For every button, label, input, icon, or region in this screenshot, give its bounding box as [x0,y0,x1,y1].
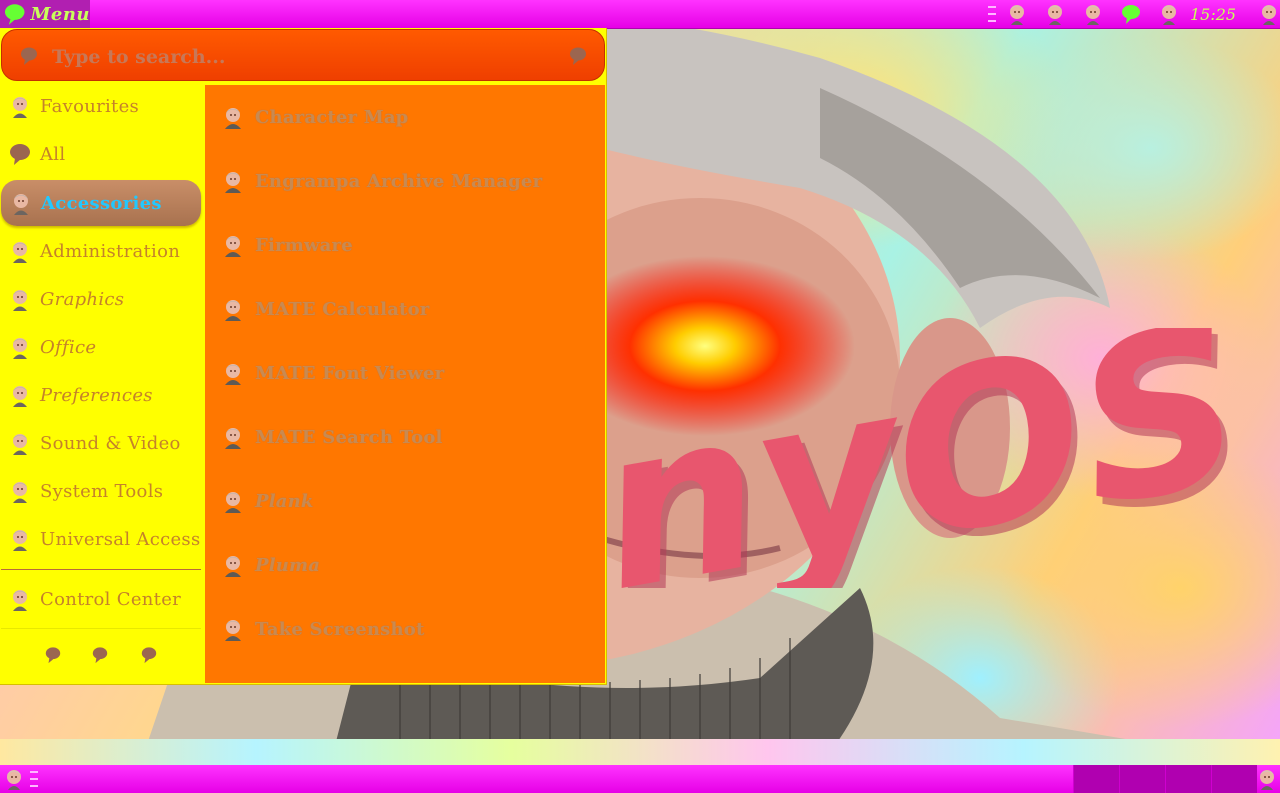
face-icon[interactable] [1158,3,1180,25]
app-plank[interactable]: Plank [205,469,605,533]
app-label: Plank [255,490,314,512]
category-label: Graphics [40,288,125,310]
category-administration[interactable]: Administration [0,228,202,274]
face-icon[interactable] [1082,3,1104,25]
face-icon [225,236,241,257]
workspace-4[interactable] [1211,765,1257,793]
lock-screen-icon[interactable] [44,646,62,664]
face-icon [225,108,241,129]
app-firmware[interactable]: Firmware [205,213,605,277]
face-icon [225,556,241,577]
panel-drag-handle[interactable] [988,4,996,24]
face-icon [13,386,27,407]
category-preferences[interactable]: Preferences [0,372,202,418]
application-list: Character Map Engrampa Archive Manager F… [205,85,605,683]
session-buttons [0,646,204,666]
workspace-3[interactable] [1165,765,1211,793]
clear-search-icon[interactable] [568,46,588,66]
speech-bubble-icon [4,4,25,25]
category-favourites[interactable]: Favourites [0,83,202,129]
category-label: Sound & Video [40,432,181,454]
face-icon [13,242,27,263]
bottom-panel [0,765,1280,793]
category-label: All [40,143,66,165]
control-center-item[interactable]: Control Center [0,576,202,622]
category-label: Universal Access [40,528,201,550]
face-icon [225,428,241,449]
bubble-icon[interactable] [1120,3,1142,25]
app-label: MATE Font Viewer [255,362,445,384]
search-bar [1,29,605,81]
trash-icon[interactable] [1256,768,1278,790]
logout-icon[interactable] [91,646,109,664]
app-label: MATE Search Tool [255,426,443,448]
face-icon [13,590,27,611]
category-label: Accessories [41,192,162,214]
category-sound-video[interactable]: Sound & Video [0,420,202,466]
category-label: System Tools [40,480,164,502]
shutdown-icon[interactable] [140,646,158,664]
app-mate-font-viewer[interactable]: MATE Font Viewer [205,341,605,405]
panel-drag-handle[interactable] [30,769,38,789]
show-desktop-icon[interactable] [3,768,25,790]
wallpaper-logo: nyOS nyOS [600,328,1266,588]
category-divider [1,628,201,629]
face-icon [13,482,27,503]
menu-label: Menu [30,3,90,25]
app-label: Character Map [255,106,409,128]
app-label: Take Screenshot [255,618,425,640]
app-pluma[interactable]: Pluma [205,533,605,597]
control-center-label: Control Center [40,588,182,610]
face-icon [225,492,241,513]
face-icon [225,300,241,321]
wallpaper-strip [0,739,1280,765]
face-icon [13,530,27,551]
category-divider [1,569,201,570]
face-icon [225,620,241,641]
top-panel: Menu 15:25 [0,0,1280,28]
app-character-map[interactable]: Character Map [205,85,605,149]
category-universal-access[interactable]: Universal Access [0,516,202,562]
face-icon[interactable] [1006,3,1028,25]
menu-button[interactable]: Menu [0,0,90,28]
app-label: MATE Calculator [255,298,430,320]
app-mate-search-tool[interactable]: MATE Search Tool [205,405,605,469]
category-label: Administration [40,240,181,262]
face-icon [13,290,27,311]
category-system-tools[interactable]: System Tools [0,468,202,514]
clock[interactable]: 15:25 [1190,5,1236,24]
face-icon [13,97,27,118]
face-icon [225,364,241,385]
application-menu: Favourites All Accessories Administratio… [0,28,607,685]
face-icon[interactable] [1044,3,1066,25]
app-label: Pluma [255,554,321,576]
app-label: Firmware [255,234,353,256]
app-take-screenshot[interactable]: Take Screenshot [205,597,605,661]
workspace-2[interactable] [1119,765,1165,793]
face-icon [14,194,28,215]
category-office[interactable]: Office [0,324,202,370]
app-label: Engrampa Archive Manager [255,170,543,192]
search-input[interactable] [50,40,534,74]
face-icon[interactable] [1258,3,1280,25]
face-icon [13,338,27,359]
category-label: Office [40,336,97,358]
app-mate-calculator[interactable]: MATE Calculator [205,277,605,341]
category-graphics[interactable]: Graphics [0,276,202,322]
system-tray: 15:25 [988,2,1280,26]
category-all[interactable]: All [0,131,202,177]
face-icon [13,434,27,455]
app-engrampa[interactable]: Engrampa Archive Manager [205,149,605,213]
bubble-icon [10,144,30,165]
category-label: Favourites [40,95,140,117]
face-icon [225,172,241,193]
workspace-1[interactable] [1073,765,1119,793]
category-label: Preferences [40,384,153,406]
category-accessories[interactable]: Accessories [1,180,201,226]
search-icon [21,47,37,65]
